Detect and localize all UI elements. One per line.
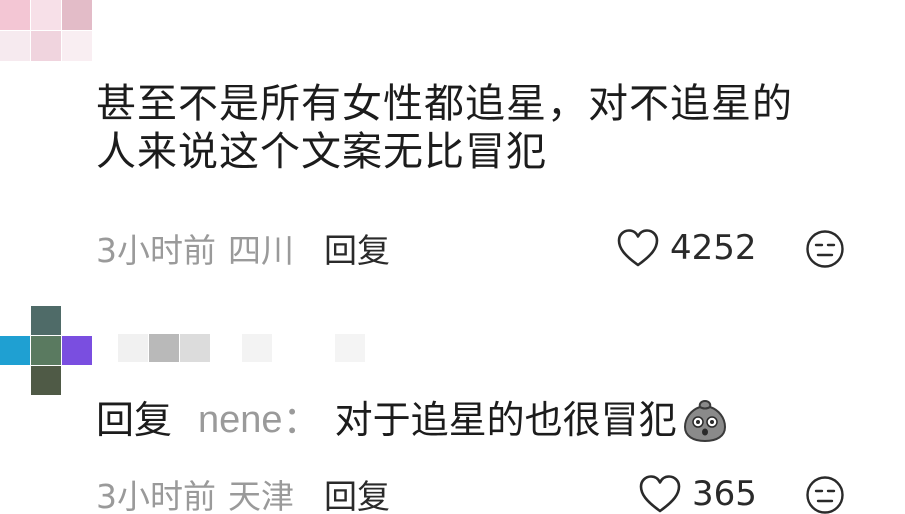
dislike-face-icon[interactable]: [805, 475, 845, 514]
shocked-bag-emoji-icon: [683, 399, 726, 443]
mosaic-cell: [242, 334, 272, 362]
mosaic-cell: [273, 334, 303, 362]
like-count: 4252: [670, 228, 757, 268]
timestamp: 3小时前: [96, 477, 216, 514]
mosaic-cell: [31, 0, 61, 30]
avatar[interactable]: [0, 306, 92, 396]
like-count: 365: [692, 474, 757, 514]
avatar[interactable]: [0, 0, 92, 64]
reply-to-author[interactable]: nene: [198, 396, 283, 444]
like-button[interactable]: 4252: [616, 226, 757, 270]
mosaic-cell: [0, 31, 30, 61]
mosaic-cell: [335, 334, 365, 362]
mosaic-cell: [118, 334, 148, 362]
mosaic-cell: [31, 306, 61, 335]
mosaic-cell: [180, 334, 210, 362]
reply-meta: 3小时前 天津 回复: [96, 472, 390, 514]
comment-thread: 甚至不是所有女性都追星，对不追星的 人来说这个文案无比冒犯 3小时前 四川 回复…: [0, 0, 905, 514]
mosaic-cell: [62, 366, 92, 395]
mosaic-cell: [62, 0, 92, 30]
comment-body: 甚至不是所有女性都追星，对不追星的 人来说这个文案无比冒犯: [96, 80, 856, 176]
reply-button[interactable]: 回复: [324, 470, 390, 514]
reply-body: 回复 nene ： 对于追星的也很冒犯: [96, 396, 729, 444]
reply-text: 对于追星的也很冒犯: [334, 398, 677, 442]
mosaic-cell: [0, 306, 30, 335]
location: 天津: [228, 477, 294, 514]
location: 四川: [228, 231, 294, 270]
mosaic-cell: [62, 306, 92, 335]
reply-colon: ：: [282, 398, 321, 442]
username[interactable]: [118, 334, 368, 364]
mosaic-cell: [211, 334, 241, 362]
mosaic-cell: [31, 366, 61, 395]
heart-icon: [617, 229, 659, 267]
mosaic-cell: [62, 336, 92, 365]
mosaic-cell: [0, 0, 30, 30]
like-button[interactable]: 365: [638, 472, 757, 514]
mosaic-cell: [31, 336, 61, 365]
dislike-face-icon[interactable]: [805, 229, 845, 269]
comment-meta: 3小时前 四川 回复: [96, 226, 390, 270]
mosaic-cell: [0, 336, 30, 365]
mosaic-cell: [0, 366, 30, 395]
reply-button[interactable]: 回复: [324, 224, 390, 272]
comment-text-line: 甚至不是所有女性都追星，对不追星的: [96, 81, 793, 127]
mosaic-cell: [304, 334, 334, 362]
mosaic-cell: [149, 334, 179, 362]
heart-icon: [639, 475, 681, 513]
mosaic-cell: [31, 31, 61, 61]
reply-prefix: 回复: [96, 398, 173, 442]
timestamp: 3小时前: [96, 231, 216, 270]
comment-text-line: 人来说这个文案无比冒犯: [96, 129, 547, 175]
mosaic-cell: [62, 31, 92, 61]
